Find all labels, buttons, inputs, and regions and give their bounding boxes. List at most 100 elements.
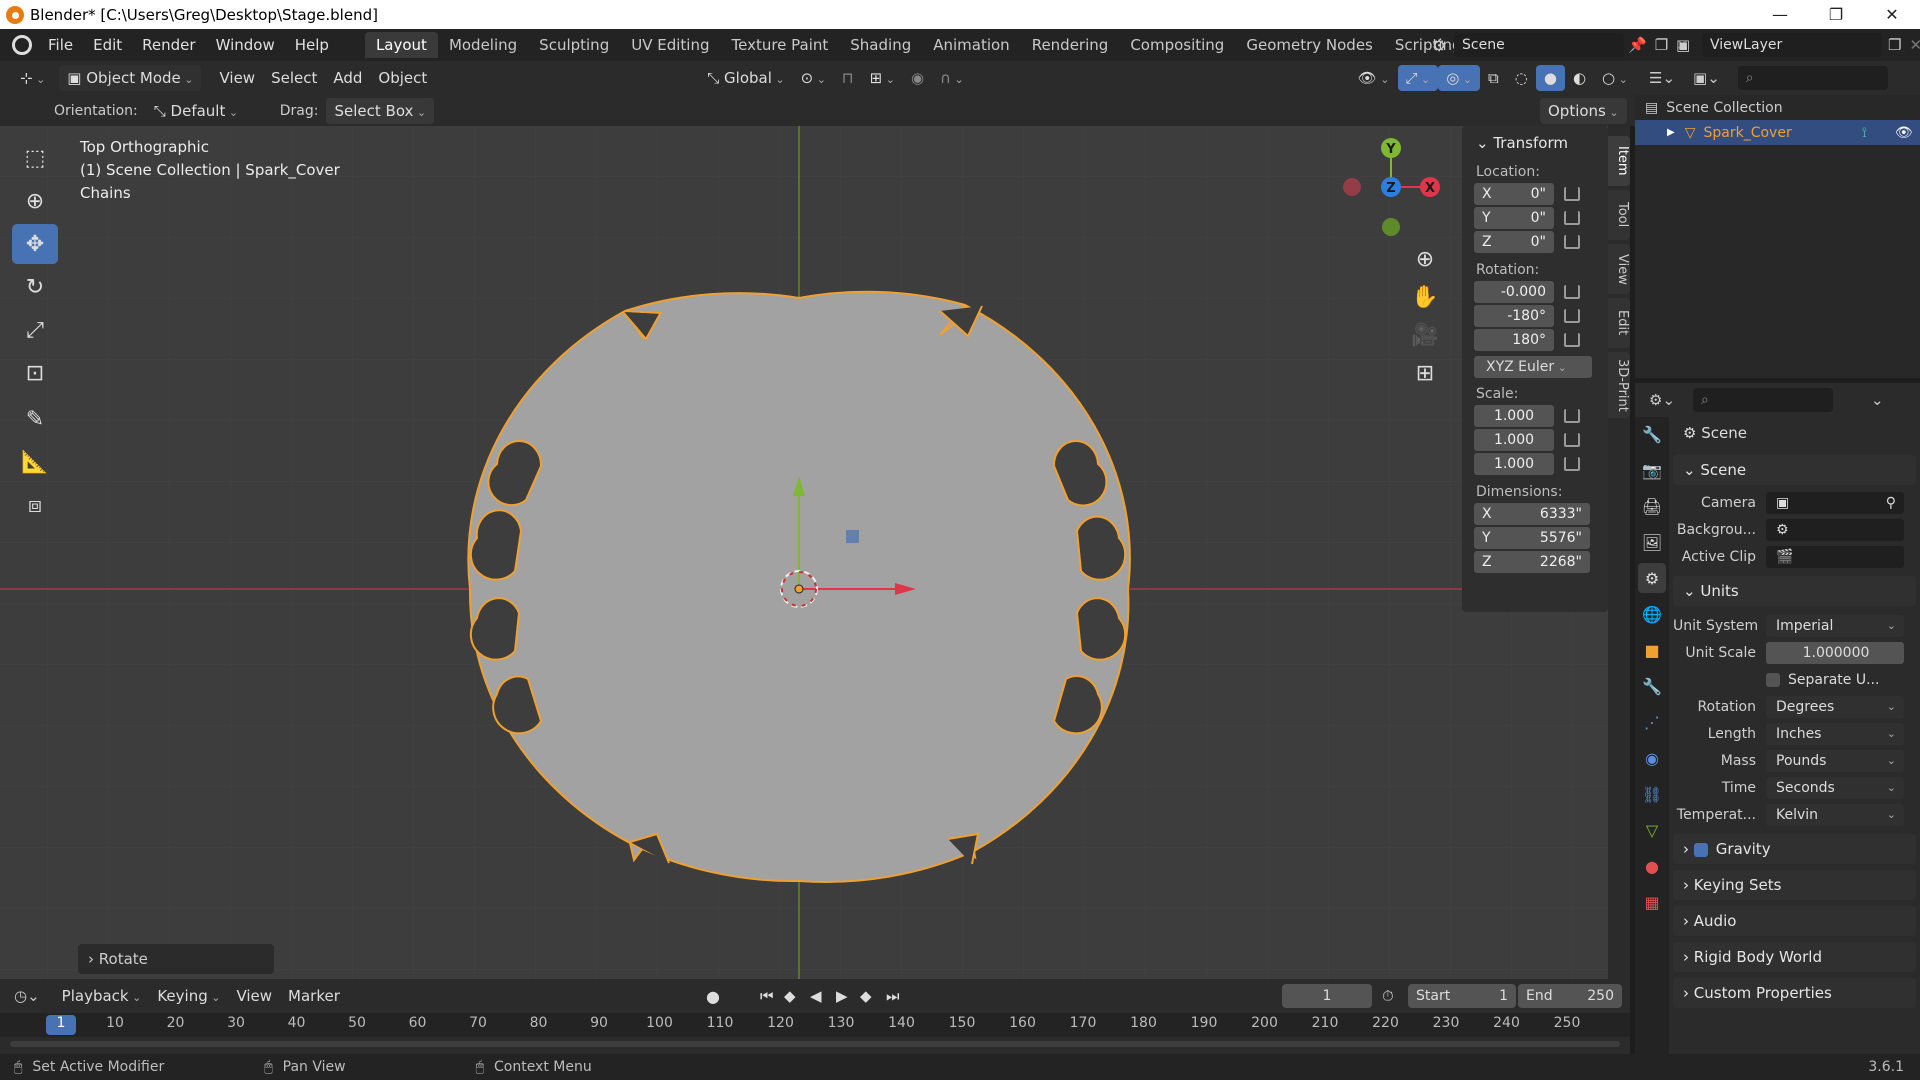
expand-arrow-icon[interactable]: ▶ [1667, 127, 1675, 138]
location-z-field[interactable]: Z 0" [1474, 231, 1554, 253]
last-operator-panel[interactable]: › Rotate [78, 944, 274, 974]
texture-tab-icon[interactable]: ▦ [1638, 887, 1666, 917]
overlays-toggle-icon[interactable]: ◎ [1438, 65, 1481, 91]
tab-3d-print[interactable]: 3D-Print [1608, 352, 1630, 418]
tab-uv-editing[interactable]: UV Editing [620, 32, 720, 58]
scene-tab-icon[interactable]: ⚙ [1638, 563, 1666, 593]
outliner-row-scene-collection[interactable]: ▤ Scene Collection [1635, 95, 1920, 120]
rotation-y-field[interactable]: -180° [1474, 305, 1554, 327]
tab-texture-paint[interactable]: Texture Paint [720, 32, 839, 58]
scene-selector[interactable]: Scene [1454, 33, 1624, 57]
viewlayer-icon[interactable]: ▣ [1676, 36, 1702, 54]
modifier-tab-icon[interactable]: 🔧 [1638, 671, 1666, 701]
modifier-icon[interactable]: ⟟ [1862, 125, 1867, 141]
move-tool[interactable]: ✥ [12, 224, 58, 264]
3d-viewport[interactable]: Y X Z ⬚ ⊕ ✥ ↻ ⤢ ⊡ ✎ 📐 ⧈ Top Orthographic… [0, 126, 1608, 979]
temperature-units-select[interactable]: Kelvin [1766, 803, 1904, 826]
physics-tab-icon[interactable]: ◉ [1638, 743, 1666, 773]
tab-shading[interactable]: Shading [839, 32, 922, 58]
frame-ruler[interactable]: 1 10 20 30 40 50 60 70 80 90 100 110 120 130 140 150 160… [0, 1013, 1630, 1037]
gizmo-toggle-icon[interactable]: ⤢ [1397, 65, 1439, 91]
tab-edit[interactable]: Edit [1608, 298, 1630, 348]
object-tab-icon[interactable]: ■ [1638, 635, 1666, 665]
pivot-point-icon[interactable]: ⊙ [793, 65, 834, 91]
lock-icon[interactable] [1564, 409, 1580, 423]
location-y-field[interactable]: Y 0" [1474, 207, 1554, 229]
material-shading-icon[interactable]: ◐ [1565, 65, 1594, 91]
output-tab-icon[interactable]: 🖨 [1638, 491, 1666, 521]
scale-tool[interactable]: ⤢ [12, 310, 58, 350]
prev-keyframe-button[interactable]: ◆ [784, 987, 796, 1005]
tab-tool[interactable]: Tool [1608, 190, 1630, 240]
lock-icon[interactable] [1564, 433, 1580, 447]
scale-z-field[interactable]: 1.000 [1474, 453, 1554, 475]
current-frame-field[interactable]: 1 [1282, 984, 1372, 1008]
snap-target-icon[interactable]: ⊞ [862, 65, 903, 91]
render-tab-icon[interactable]: 📷 [1638, 455, 1666, 485]
menu-window[interactable]: Window [206, 32, 285, 58]
add-cube-tool[interactable]: ⧈ [12, 485, 58, 525]
end-frame-field[interactable]: End 250 [1518, 984, 1622, 1008]
menu-view[interactable]: View [211, 65, 263, 91]
editor-type-icon[interactable]: ⊹ [12, 65, 53, 91]
rotation-z-field[interactable]: 180° [1474, 329, 1554, 351]
orientation-selector[interactable]: ⤡ Default [146, 98, 264, 124]
lock-icon[interactable] [1564, 309, 1580, 323]
minimize-button[interactable]: — [1752, 0, 1808, 29]
pin-icon[interactable]: 📌 [1628, 36, 1647, 54]
scene-panel-header[interactable]: ⌄ Scene [1673, 455, 1916, 485]
time-units-select[interactable]: Seconds [1766, 776, 1904, 799]
audio-panel-header[interactable]: › Audio [1673, 906, 1916, 936]
play-reverse-button[interactable]: ◀ [810, 987, 822, 1005]
lock-icon[interactable] [1564, 333, 1580, 347]
menu-object[interactable]: Object [370, 65, 435, 91]
active-clip-field[interactable]: 🎬 [1766, 545, 1904, 568]
unit-system-select[interactable]: Imperial [1766, 614, 1904, 637]
lock-icon[interactable] [1564, 235, 1580, 249]
keying-sets-panel-header[interactable]: › Keying Sets [1673, 870, 1916, 900]
tab-layout[interactable]: Layout [364, 32, 438, 58]
tab-geometry-nodes[interactable]: Geometry Nodes [1235, 32, 1384, 58]
custom-properties-panel-header[interactable]: › Custom Properties [1673, 978, 1916, 1008]
drag-selector[interactable]: Select Box [326, 97, 435, 124]
dimensions-z-field[interactable]: Z 2268" [1474, 551, 1590, 573]
background-field[interactable]: ⚙ [1766, 518, 1904, 541]
tab-view[interactable]: View [1608, 244, 1630, 294]
lock-icon[interactable] [1564, 187, 1580, 201]
visibility-icon[interactable]: 👁 [1350, 65, 1398, 91]
start-frame-field[interactable]: Start 1 [1408, 984, 1516, 1008]
new-scene-icon[interactable]: ❐ [1655, 36, 1668, 54]
falloff-icon[interactable]: ∩ [932, 65, 972, 91]
menu-add[interactable]: Add [325, 65, 370, 91]
rotation-x-field[interactable]: -0.000 [1474, 281, 1554, 303]
record-button[interactable]: ● [706, 987, 720, 1006]
proportional-edit-icon[interactable]: ◉ [903, 65, 932, 91]
dimensions-x-field[interactable]: X 6333" [1474, 503, 1590, 525]
rotation-units-select[interactable]: Degrees [1766, 695, 1904, 718]
mode-selector[interactable]: ▣ Object Mode [59, 65, 202, 91]
tool-tab-icon[interactable]: 🔧 [1638, 419, 1666, 449]
gravity-panel-header[interactable]: › Gravity [1673, 834, 1916, 864]
nav-neg-x[interactable] [1343, 178, 1361, 196]
jump-start-button[interactable]: ⏮ [760, 987, 774, 1005]
close-button[interactable]: ✕ [1864, 0, 1920, 29]
transform-tool[interactable]: ⊡ [12, 353, 58, 393]
stopwatch-icon[interactable]: ⏱ [1382, 987, 1394, 1005]
rotation-mode-selector[interactable]: XYZ Euler [1474, 356, 1592, 378]
menu-help[interactable]: Help [285, 32, 339, 58]
scale-y-field[interactable]: 1.000 [1474, 429, 1554, 451]
keying-menu[interactable]: Keying [149, 983, 228, 1009]
new-viewlayer-icon[interactable]: ❐ [1888, 36, 1901, 54]
camera-view-icon[interactable]: 🎥 [1405, 316, 1445, 354]
menu-render[interactable]: Render [132, 32, 205, 58]
unit-scale-field[interactable]: 1.000000 [1766, 641, 1904, 664]
jump-end-button[interactable]: ⏭ [886, 987, 900, 1005]
outliner-search[interactable]: ⌕ [1737, 66, 1888, 90]
wireframe-shading-icon[interactable]: ◌ [1507, 65, 1536, 91]
eyedropper-icon[interactable]: ⚲ [1886, 492, 1896, 514]
tab-animation[interactable]: Animation [922, 32, 1020, 58]
tab-item[interactable]: Item [1608, 136, 1630, 186]
properties-search[interactable]: ⌕ [1693, 388, 1834, 412]
camera-field[interactable]: ▣ ⚲ [1766, 491, 1904, 514]
transform-header[interactable]: ⌄ Transform [1462, 126, 1608, 160]
